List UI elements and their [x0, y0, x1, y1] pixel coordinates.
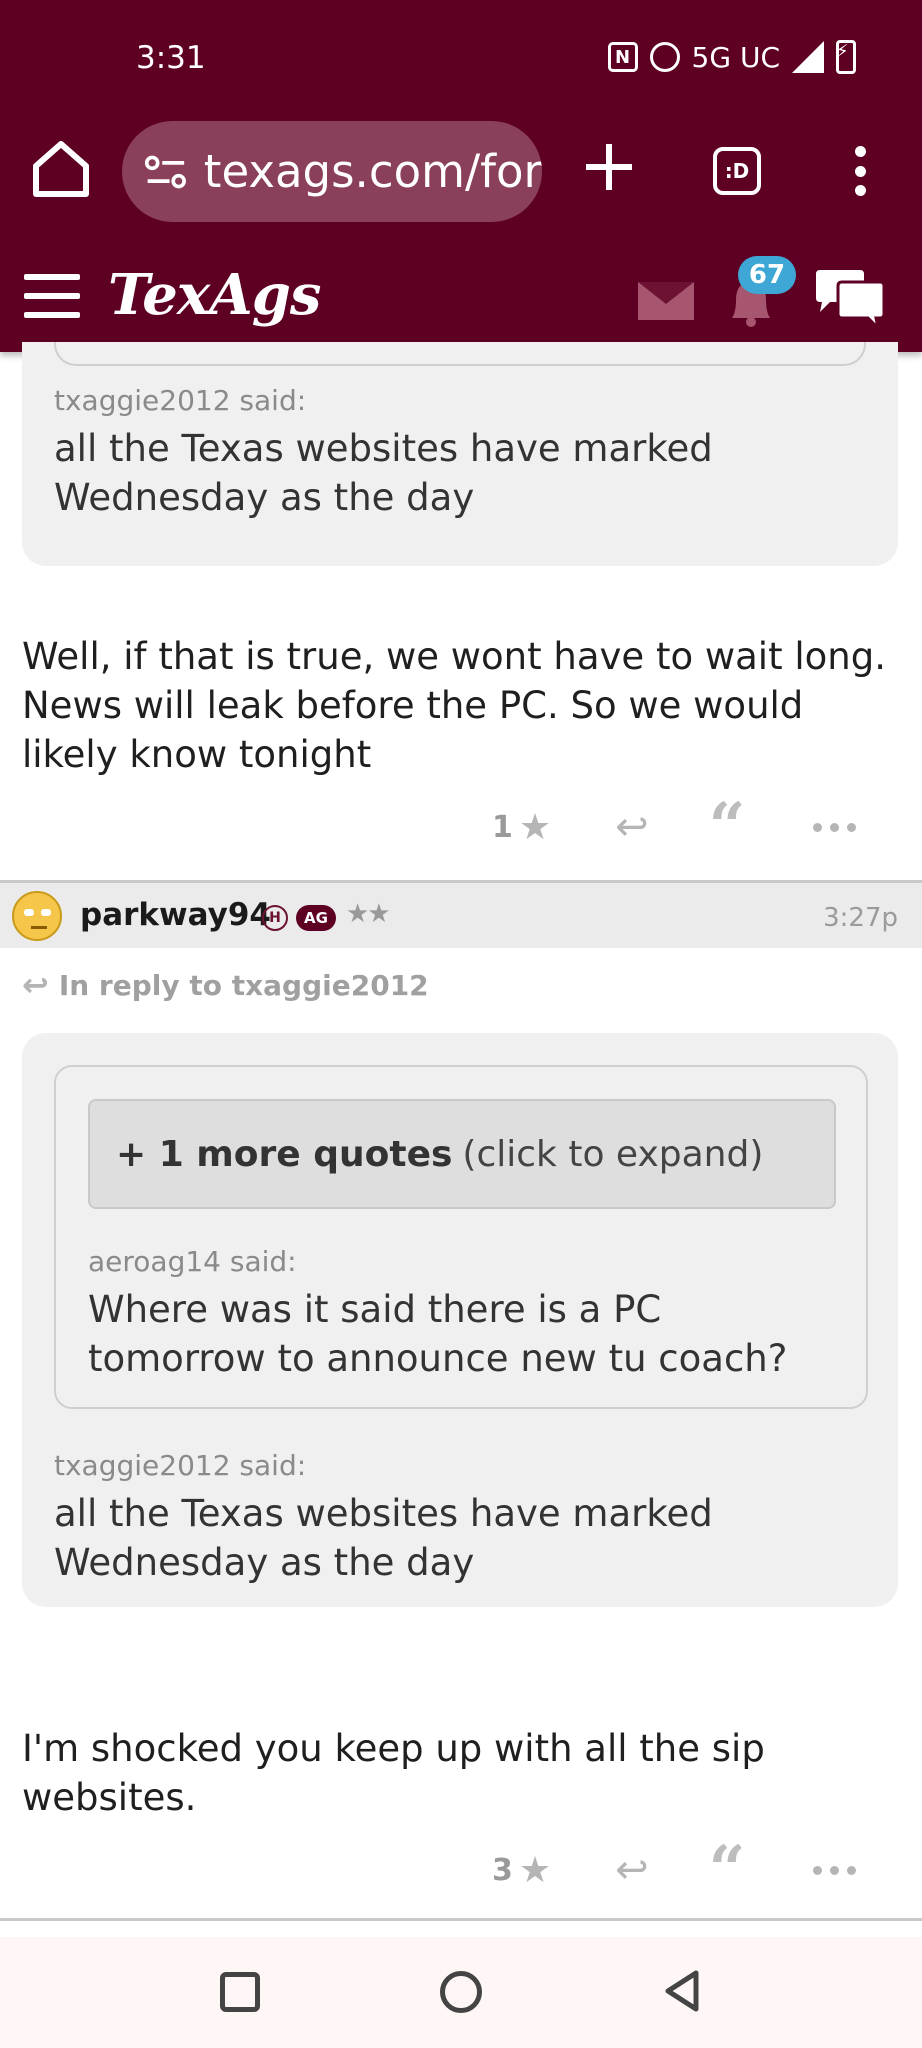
home-icon[interactable] [28, 136, 94, 202]
texags-logo[interactable]: TexAgs [108, 262, 321, 328]
network-label: 5G UC [691, 40, 780, 74]
expand-quotes-button[interactable]: + 1 more quotes (click to expand) [88, 1099, 836, 1209]
star-button[interactable]: 3 ★ [492, 1850, 551, 1891]
reply-icon[interactable]: ↩ [615, 804, 649, 850]
quote-author: txaggie2012 said: [54, 384, 307, 417]
nested-quote-edge [54, 342, 866, 366]
mail-icon[interactable] [638, 282, 694, 320]
signal-icon [792, 41, 824, 73]
quote-author: txaggie2012 said: [54, 1449, 307, 1482]
post-actions: 3 ★ ↩ “ [492, 1838, 892, 1902]
post-header: parkway94 H AG ★★ 3:27p [0, 880, 922, 948]
inner-quote-text: Where was it said there is a PC tomorrow… [88, 1288, 788, 1380]
divider [0, 1918, 922, 1921]
quote-icon[interactable]: “ [709, 795, 746, 859]
reply-icon: ↩ [22, 966, 49, 1004]
h-badge: H [262, 905, 288, 931]
in-reply-label: In reply to txaggie2012 [58, 968, 429, 1002]
hamburger-icon[interactable] [24, 274, 80, 318]
quote-icon[interactable]: “ [709, 1838, 746, 1902]
back-icon[interactable] [660, 1969, 704, 2013]
star-icon: ★ [518, 1849, 552, 1891]
system-nav-bar [0, 1937, 922, 2048]
rank-stars: ★★ [346, 899, 391, 929]
url-bar[interactable]: texags.com/for [122, 121, 542, 222]
status-icons: N 5G UC [607, 40, 856, 74]
avatar[interactable] [12, 891, 62, 941]
tabs-icon[interactable]: :D [713, 147, 761, 195]
quote-block: txaggie2012 said: all the Texas websites… [22, 342, 898, 566]
expand-count: + 1 more quotes [116, 1133, 453, 1175]
quote-text: all the Texas websites have marked Wedne… [54, 427, 713, 519]
recents-icon[interactable] [220, 1972, 260, 2012]
inner-quote-author: aeroag14 said: [88, 1245, 297, 1278]
post-time[interactable]: 3:27p [823, 903, 898, 933]
reply-icon[interactable]: ↩ [615, 1847, 649, 1893]
status-time: 3:31 [136, 40, 206, 76]
more-icon[interactable] [813, 822, 857, 832]
notification-badge[interactable]: 67 [738, 256, 796, 294]
nfc-icon: N [607, 42, 638, 72]
star-button[interactable]: 1 ★ [492, 807, 551, 848]
quote-text: all the Texas websites have marked Wedne… [54, 1492, 713, 1584]
site-settings-icon[interactable] [144, 152, 188, 192]
post-actions: 1 ★ ↩ “ [492, 795, 892, 859]
nested-quote: + 1 more quotes (click to expand) aeroag… [54, 1065, 868, 1409]
star-icon: ★ [518, 806, 552, 848]
home-nav-icon[interactable] [440, 1971, 482, 2013]
new-tab-icon[interactable] [582, 140, 636, 194]
more-icon[interactable] [813, 1865, 857, 1875]
battery-charging-icon [836, 40, 856, 74]
star-count: 1 [492, 809, 513, 845]
alarm-icon [649, 42, 680, 72]
ag-badge: AG [296, 905, 336, 931]
quote-block: + 1 more quotes (click to expand) aeroag… [22, 1033, 898, 1607]
post-body: Well, if that is true, we wont have to w… [22, 635, 886, 776]
post-body: I'm shocked you keep up with all the sip… [22, 1727, 765, 1819]
expand-hint: (click to expand) [462, 1133, 764, 1175]
in-reply-to-link[interactable]: ↩ In reply to txaggie2012 [22, 966, 429, 1004]
star-count: 3 [492, 1852, 513, 1888]
username[interactable]: parkway94 [80, 897, 271, 933]
chat-icon[interactable] [812, 268, 888, 332]
url-text: texags.com/for [203, 145, 542, 198]
menu-icon[interactable] [848, 146, 872, 196]
